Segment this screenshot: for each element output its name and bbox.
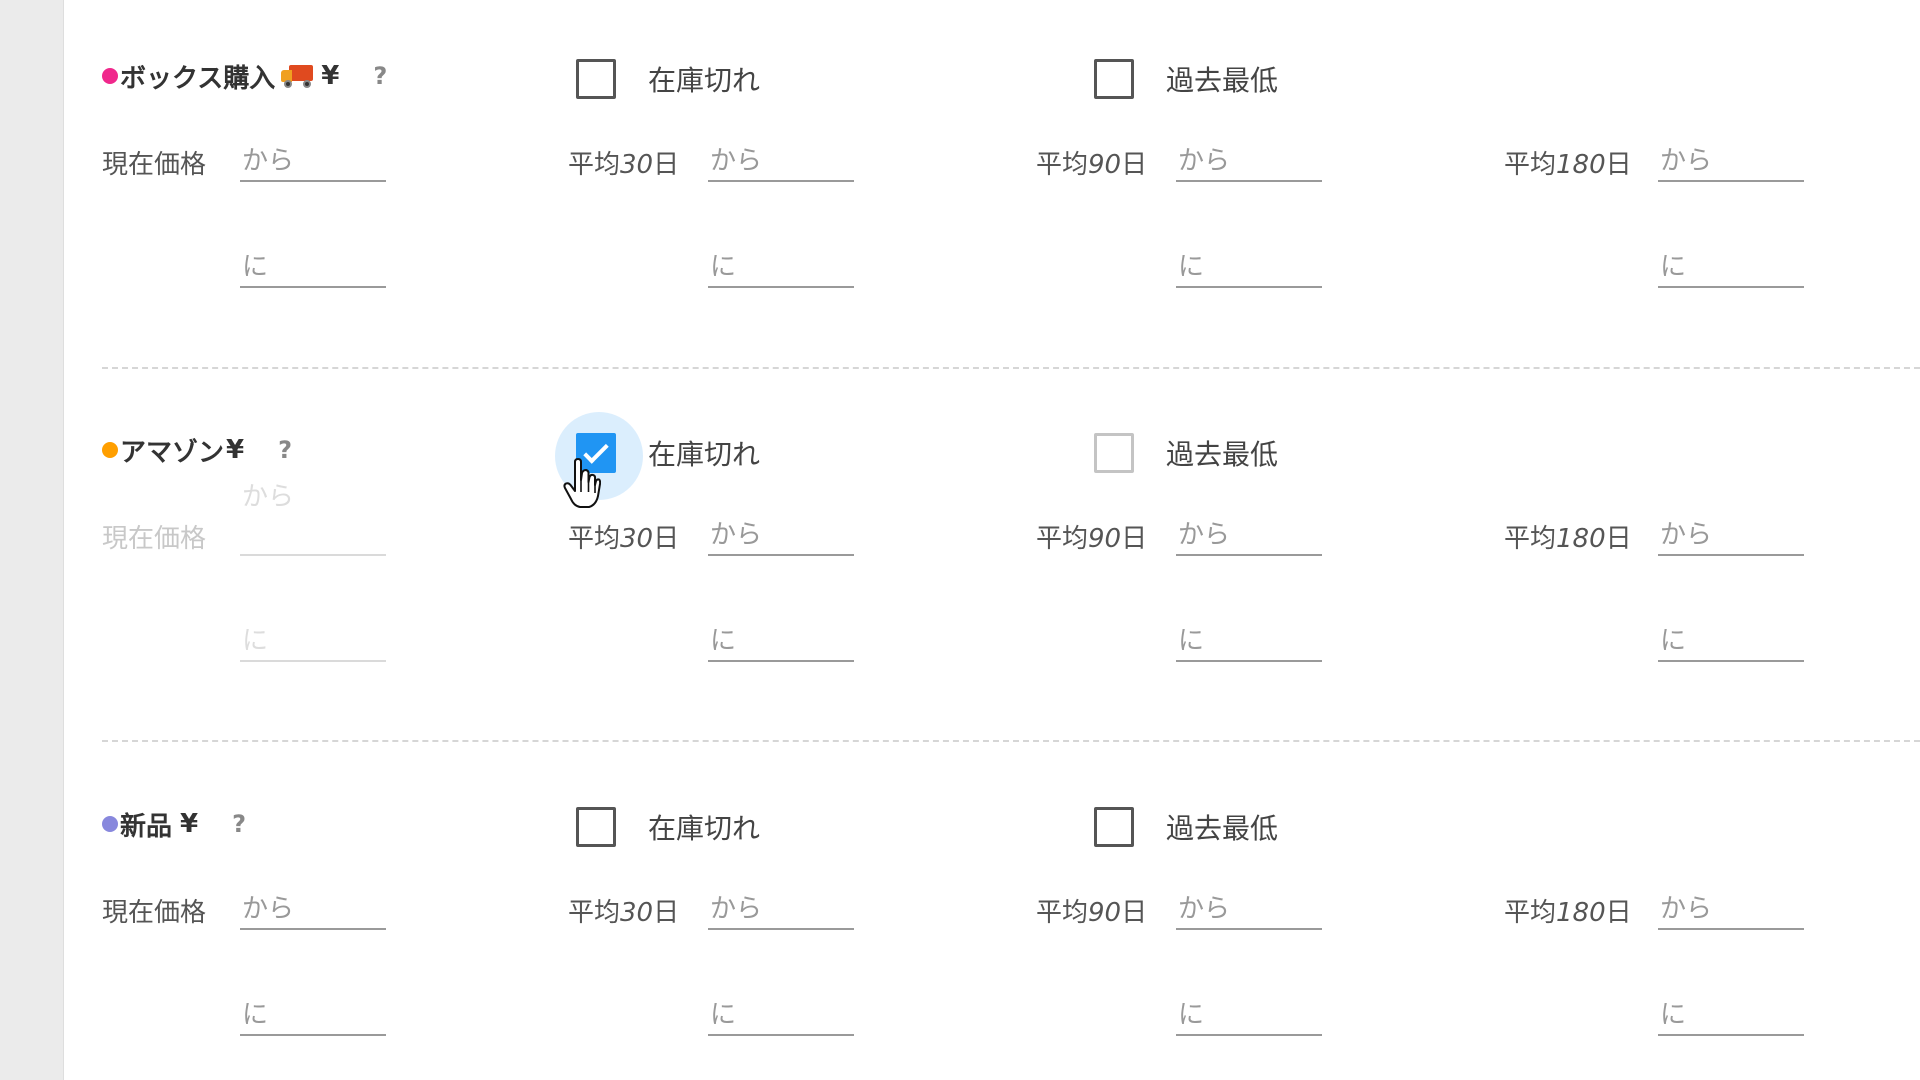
help-icon[interactable]: ?: [278, 436, 292, 464]
section-title: アマゾン ¥ ?: [102, 432, 292, 468]
section-title-text: 新品: [120, 811, 173, 842]
avg30-label: 平均30日: [568, 524, 680, 554]
avg30-label: 平均30日: [568, 150, 680, 180]
avg30-from-input[interactable]: [708, 890, 854, 930]
section-title: 新品 ¥ ?: [102, 806, 246, 842]
checkbox-box[interactable]: [576, 59, 616, 99]
current-price-label: 現在価格: [102, 524, 207, 554]
section-amazon: アマゾン ¥ ? 在庫切れ 過去最低 現在価格 平均30日 平均90日 平均18…: [0, 374, 1920, 748]
all-time-low-checkbox[interactable]: 過去最低: [1094, 804, 1278, 850]
checkbox-box[interactable]: [1094, 433, 1134, 473]
avg90-to-input[interactable]: [1176, 996, 1322, 1036]
avg30-label: 平均30日: [568, 898, 680, 928]
avg180-from-input[interactable]: [1658, 142, 1804, 182]
current-price-to-input[interactable]: [240, 622, 386, 662]
avg90-label: 平均90日: [1036, 898, 1148, 928]
avg30-to-input[interactable]: [708, 622, 854, 662]
avg180-label: 平均180日: [1504, 150, 1632, 180]
section-box-purchase: ボックス購入 ¥ ? 在庫切れ 過去最低 現在価格 平均30日 平均90日 平均…: [0, 0, 1920, 374]
avg90-label: 平均90日: [1036, 150, 1148, 180]
section-divider: [102, 740, 1920, 742]
avg180-to-input[interactable]: [1658, 996, 1804, 1036]
out-of-stock-checkbox[interactable]: 在庫切れ: [576, 804, 760, 850]
current-price-from-input[interactable]: [240, 142, 386, 182]
current-price-label: 現在価格: [102, 898, 207, 928]
all-time-low-label: 過去最低: [1166, 64, 1279, 97]
currency-symbol: ¥: [321, 61, 340, 91]
avg30-to-input[interactable]: [708, 996, 854, 1036]
avg90-from-input[interactable]: [1176, 890, 1322, 930]
currency-symbol: ¥: [180, 809, 199, 839]
checkbox-box[interactable]: [1094, 59, 1134, 99]
avg90-to-input[interactable]: [1176, 622, 1322, 662]
avg30-to-input[interactable]: [708, 248, 854, 288]
avg30-from-input[interactable]: [708, 142, 854, 182]
avg90-from-input[interactable]: [1176, 516, 1322, 556]
currency-symbol: ¥: [226, 435, 245, 465]
current-price-label: 現在価格: [102, 150, 207, 180]
series-dot-icon: [102, 816, 118, 832]
avg180-label: 平均180日: [1504, 524, 1632, 554]
series-dot-icon: [102, 442, 118, 458]
all-time-low-label: 過去最低: [1166, 812, 1279, 845]
help-icon[interactable]: ?: [232, 810, 246, 838]
avg180-from-input[interactable]: [1658, 890, 1804, 930]
section-title-text: アマゾン: [120, 437, 225, 468]
all-time-low-checkbox[interactable]: 過去最低: [1094, 56, 1278, 102]
avg180-to-input[interactable]: [1658, 248, 1804, 288]
section-new: 新品 ¥ ? 在庫切れ 過去最低 現在価格 平均30日 平均90日 平均180日: [0, 748, 1920, 1080]
section-title-text: ボックス購入: [120, 63, 276, 94]
section-title: ボックス購入 ¥ ?: [102, 58, 387, 94]
out-of-stock-checkbox[interactable]: 在庫切れ: [576, 56, 760, 102]
help-icon[interactable]: ?: [373, 62, 387, 90]
avg180-label: 平均180日: [1504, 898, 1632, 928]
avg180-to-input[interactable]: [1658, 622, 1804, 662]
avg90-label: 平均90日: [1036, 524, 1148, 554]
checkbox-box[interactable]: [555, 412, 643, 500]
all-time-low-label: 過去最低: [1166, 438, 1279, 471]
checkbox-box[interactable]: [1094, 807, 1134, 847]
out-of-stock-label: 在庫切れ: [648, 438, 761, 471]
series-dot-icon: [102, 68, 118, 84]
avg90-to-input[interactable]: [1176, 248, 1322, 288]
avg180-from-input[interactable]: [1658, 516, 1804, 556]
current-price-from-input[interactable]: [240, 474, 386, 556]
out-of-stock-checkbox[interactable]: 在庫切れ: [555, 412, 761, 500]
current-price-to-input[interactable]: [240, 996, 386, 1036]
avg90-from-input[interactable]: [1176, 142, 1322, 182]
out-of-stock-label: 在庫切れ: [648, 64, 761, 97]
current-price-to-input[interactable]: [240, 248, 386, 288]
all-time-low-checkbox[interactable]: 過去最低: [1094, 430, 1278, 476]
checkbox-box[interactable]: [576, 807, 616, 847]
avg30-from-input[interactable]: [708, 516, 854, 556]
current-price-from-input[interactable]: [240, 890, 386, 930]
truck-icon: [281, 63, 315, 89]
out-of-stock-label: 在庫切れ: [648, 812, 761, 845]
section-divider: [102, 367, 1920, 369]
